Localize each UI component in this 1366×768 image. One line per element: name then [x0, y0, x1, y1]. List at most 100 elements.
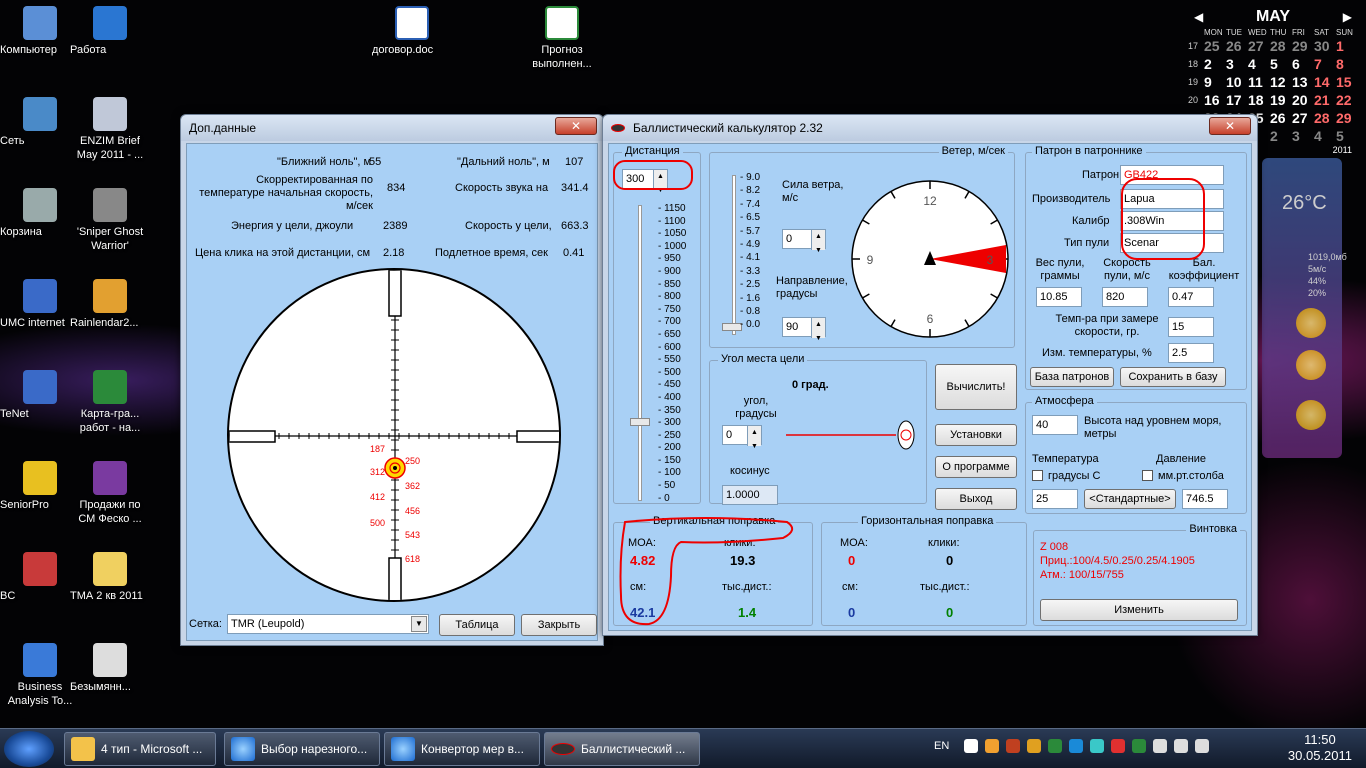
standard-atmosphere-button[interactable]: <Стандартные>: [1084, 489, 1176, 509]
tray-icon[interactable]: [985, 739, 1000, 753]
calculator-titlebar[interactable]: Баллистический калькулятор 2.32 ✕: [603, 115, 1257, 141]
calendar-day[interactable]: 29: [1292, 37, 1314, 55]
calendar-day[interactable]: 19: [1270, 91, 1292, 109]
next-month-icon[interactable]: ▶: [1343, 10, 1352, 24]
calendar-day[interactable]: 8: [1336, 55, 1358, 73]
tray-icon[interactable]: [1153, 739, 1168, 753]
spin-up-icon[interactable]: ▲: [751, 426, 758, 440]
calendar-day[interactable]: 22: [1336, 91, 1358, 109]
calendar-day[interactable]: 20: [1292, 91, 1314, 109]
tray-icon[interactable]: [1027, 739, 1042, 753]
calendar-day[interactable]: 28: [1270, 37, 1292, 55]
tray-icon[interactable]: [1132, 739, 1147, 753]
cartridge-db-button[interactable]: База патронов: [1030, 367, 1114, 387]
close-button[interactable]: ✕: [1209, 117, 1251, 135]
desktop-icon[interactable]: SeniorPro: [0, 461, 80, 511]
desktop-icon[interactable]: Business Analysis To...: [0, 643, 80, 707]
desktop-icon[interactable]: Продажи по СМ Феско ...: [70, 461, 150, 525]
task-button-ie2[interactable]: Конвертор мер в...: [384, 732, 540, 766]
prev-month-icon[interactable]: ◀: [1194, 10, 1203, 24]
desktop-icon[interactable]: ENZIM Brief May 2011 - ...: [70, 97, 150, 161]
speed-temp-field[interactable]: 15: [1168, 317, 1214, 337]
calendar-day[interactable]: 10: [1226, 73, 1248, 91]
distance-slider-thumb[interactable]: [630, 418, 650, 427]
calendar-day[interactable]: 14: [1314, 73, 1336, 91]
calendar-day[interactable]: 27: [1292, 109, 1314, 127]
desktop-icon[interactable]: Безымянн...: [70, 643, 150, 693]
calendar-day[interactable]: 6: [1292, 55, 1314, 73]
spin-up-icon[interactable]: ▲: [815, 318, 822, 332]
desktop-icon[interactable]: ТМА 2 кв 2011: [70, 552, 150, 602]
calendar-day[interactable]: 2: [1270, 127, 1292, 145]
air-temp-field[interactable]: 25: [1032, 489, 1078, 509]
desktop-icon[interactable]: Компьютер: [0, 6, 80, 56]
spin-down-icon[interactable]: ▼: [815, 244, 822, 258]
angle-input[interactable]: 0 ▲ ▼: [722, 425, 762, 450]
close-button[interactable]: ✕: [555, 117, 597, 135]
wind-force-spinner[interactable]: ▲ ▼: [811, 230, 825, 254]
chevron-down-icon[interactable]: ▼: [411, 616, 427, 632]
table-button[interactable]: Таблица: [439, 614, 515, 636]
celsius-checkbox[interactable]: [1032, 470, 1043, 481]
task-button-ballistic[interactable]: Баллистический ...: [544, 732, 700, 766]
temp-change-field[interactable]: 2.5: [1168, 343, 1214, 363]
calendar-day[interactable]: 9: [1204, 73, 1226, 91]
calendar-day[interactable]: 4: [1248, 55, 1270, 73]
wind-force-input[interactable]: 0 ▲ ▼: [782, 229, 826, 254]
close-dialog-button[interactable]: Закрыть: [521, 614, 597, 636]
language-indicator[interactable]: EN: [934, 740, 949, 752]
tray-icon[interactable]: [1069, 739, 1084, 753]
calculate-button[interactable]: Вычислить!: [935, 364, 1017, 410]
calendar-day[interactable]: 2: [1204, 55, 1226, 73]
wind-clock[interactable]: 12 3 6 9: [850, 179, 1010, 339]
bullet-weight-field[interactable]: 10.85: [1036, 287, 1082, 307]
calendar-day[interactable]: 18: [1248, 91, 1270, 109]
calendar-day[interactable]: 16: [1204, 91, 1226, 109]
calendar-day[interactable]: 21: [1314, 91, 1336, 109]
tray-icon[interactable]: [1195, 739, 1210, 753]
about-button[interactable]: О программе: [935, 456, 1017, 478]
start-button[interactable]: [4, 731, 54, 767]
bullet-speed-field[interactable]: 820: [1102, 287, 1148, 307]
calendar-day[interactable]: 29: [1336, 109, 1358, 127]
desktop-icon[interactable]: TeNet: [0, 370, 80, 420]
calendar-day[interactable]: 5: [1336, 127, 1358, 145]
task-button-ie1[interactable]: Выбор нарезного...: [224, 732, 380, 766]
calendar-day[interactable]: 30: [1314, 37, 1336, 55]
spin-down-icon[interactable]: ▼: [751, 440, 758, 454]
extra-data-titlebar[interactable]: Доп.данные ✕: [181, 115, 603, 141]
altitude-field[interactable]: 40: [1032, 415, 1078, 435]
desktop-icon[interactable]: 'Sniper Ghost Warrior': [70, 188, 150, 252]
save-to-db-button[interactable]: Сохранить в базу: [1120, 367, 1226, 387]
calendar-day[interactable]: 3: [1292, 127, 1314, 145]
calendar-day[interactable]: 25: [1204, 37, 1226, 55]
tray-icon[interactable]: [1048, 739, 1063, 753]
settings-button[interactable]: Установки: [935, 424, 1017, 446]
calendar-day[interactable]: 27: [1248, 37, 1270, 55]
calendar-day[interactable]: 1: [1336, 37, 1358, 55]
calendar-day[interactable]: 3: [1226, 55, 1248, 73]
wind-slider-track[interactable]: [732, 175, 736, 335]
calendar-day[interactable]: 5: [1270, 55, 1292, 73]
desktop-icon[interactable]: BC: [0, 552, 80, 602]
bc-field[interactable]: 0.47: [1168, 287, 1214, 307]
grid-select[interactable]: TMR (Leupold) ▼: [227, 614, 429, 634]
calendar-day[interactable]: 17: [1226, 91, 1248, 109]
spin-down-icon[interactable]: ▼: [815, 332, 822, 346]
calendar-day[interactable]: 15: [1336, 73, 1358, 91]
mmhg-checkbox[interactable]: [1142, 470, 1153, 481]
calendar-day[interactable]: 13: [1292, 73, 1314, 91]
desktop-icon[interactable]: Rainlendar2...: [70, 279, 150, 329]
tray-icon[interactable]: [1111, 739, 1126, 753]
calendar-day[interactable]: 12: [1270, 73, 1292, 91]
calendar-day[interactable]: 11: [1248, 73, 1270, 91]
wind-direction-input[interactable]: 90 ▲ ▼: [782, 317, 826, 342]
exit-button[interactable]: Выход: [935, 488, 1017, 510]
tray-icon[interactable]: [1006, 739, 1021, 753]
tray-icon[interactable]: [1090, 739, 1105, 753]
calendar-day[interactable]: 4: [1314, 127, 1336, 145]
task-button-outlook[interactable]: 4 тип - Microsoft ...: [64, 732, 216, 766]
clock[interactable]: 11:50 30.05.2011: [1288, 732, 1352, 764]
desktop-icon-xls[interactable]: Прогноз выполнен...: [522, 6, 602, 70]
desktop-icon-doc[interactable]: договор.doc: [372, 6, 452, 56]
